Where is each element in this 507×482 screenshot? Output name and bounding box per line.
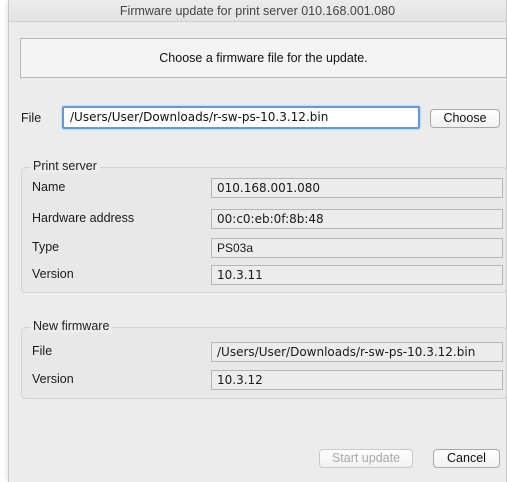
hardware-address-field: 00:c0:eb:0f:8b:48 <box>211 209 503 229</box>
file-path-input[interactable]: /Users/User/Downloads/r-sw-ps-10.3.12.bi… <box>62 106 420 129</box>
new-firmware-title: New firmware <box>30 319 113 333</box>
start-update-button[interactable]: Start update <box>319 449 413 468</box>
type-label: Type <box>32 240 60 254</box>
new-file-label: File <box>32 344 53 358</box>
new-file-field: /Users/User/Downloads/r-sw-ps-10.3.12.bi… <box>211 342 503 362</box>
new-version-label: Version <box>32 372 74 386</box>
type-field: PS03a <box>211 238 503 258</box>
choose-button[interactable]: Choose <box>430 109 500 128</box>
window-title: Firmware update for print server 010.168… <box>9 0 506 22</box>
new-version-field: 10.3.12 <box>211 370 503 390</box>
version-label: Version <box>32 267 74 281</box>
name-label: Name <box>32 180 66 194</box>
hardware-address-label: Hardware address <box>32 211 135 225</box>
instruction-banner: Choose a firmware file for the update. <box>20 38 507 78</box>
new-firmware-group: New firmware File /Users/User/Downloads/… <box>21 319 507 399</box>
name-field: 010.168.001.080 <box>211 178 503 198</box>
file-label: File <box>21 111 42 125</box>
print-server-title: Print server <box>30 159 100 173</box>
firmware-update-dialog: Firmware update for print server 010.168… <box>8 0 507 482</box>
print-server-group: Print server Name 010.168.001.080 Hardwa… <box>21 159 507 293</box>
cancel-button[interactable]: Cancel <box>433 449 500 468</box>
version-field: 10.3.11 <box>211 265 503 285</box>
